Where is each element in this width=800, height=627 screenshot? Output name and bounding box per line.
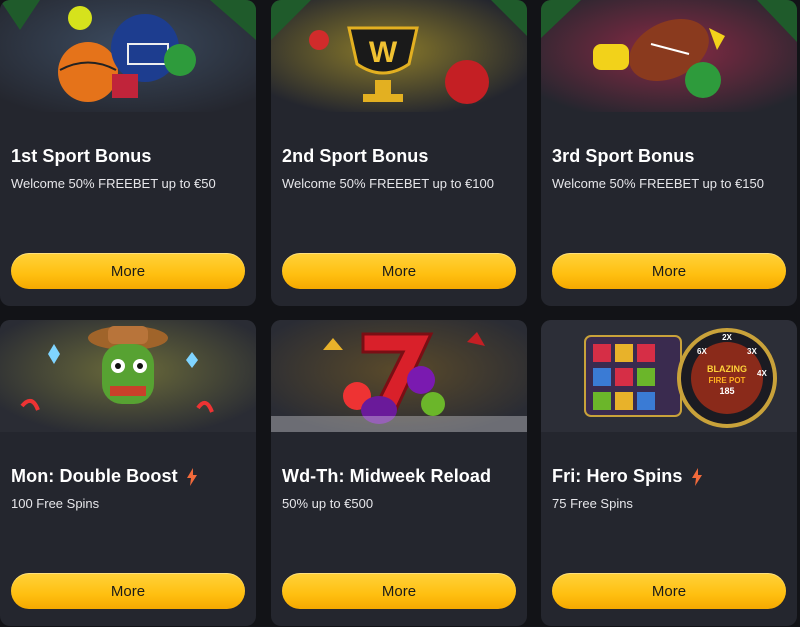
- card-description: Welcome 50% FREEBET up to €100: [282, 176, 494, 191]
- slot-wheel-art: 6X 2X 3X 4X BLAZING FIRE POT 185: [541, 320, 797, 432]
- card-title: Mon: Double Boost: [11, 466, 198, 487]
- fruit-seven-art: [271, 320, 527, 432]
- card-description: Welcome 50% FREEBET up to €50: [11, 176, 216, 191]
- more-button[interactable]: More: [11, 253, 245, 289]
- lightning-icon: [186, 467, 197, 486]
- promo-card-2nd-sport[interactable]: W 2nd Sport Bonus Welcome 50% FREEBET up…: [271, 0, 527, 306]
- more-button[interactable]: More: [552, 573, 786, 609]
- wheel-multiplier: 4X: [757, 369, 767, 378]
- card-title: Fri: Hero Spins: [552, 466, 703, 487]
- lightning-icon: [691, 467, 702, 486]
- card-description: Welcome 50% FREEBET up to €150: [552, 176, 764, 191]
- more-button[interactable]: More: [282, 573, 516, 609]
- football-art: [541, 0, 797, 112]
- promo-card-3rd-sport[interactable]: 3rd Sport Bonus Welcome 50% FREEBET up t…: [541, 0, 797, 306]
- more-button[interactable]: More: [552, 253, 786, 289]
- wheel-label: FIRE POT: [709, 376, 746, 385]
- card-title: 2nd Sport Bonus: [282, 146, 429, 166]
- promo-card-hero-spins[interactable]: 6X 2X 3X 4X BLAZING FIRE POT 185 Fri: He…: [541, 320, 797, 626]
- promo-card-double-boost[interactable]: Mon: Double Boost 100 Free Spins More: [0, 320, 256, 626]
- promo-card-midweek-reload[interactable]: Wd-Th: Midweek Reload 50% up to €500 Mor…: [271, 320, 527, 626]
- more-button[interactable]: More: [282, 253, 516, 289]
- card-description: 75 Free Spins: [552, 496, 633, 511]
- cactus-cowboy-art: [0, 320, 256, 432]
- trophy-art: W: [271, 0, 527, 112]
- sport-balls-art: [0, 0, 256, 112]
- trophy-letter: W: [369, 36, 398, 69]
- card-description: 100 Free Spins: [11, 496, 100, 511]
- wheel-multiplier: 6X: [697, 347, 707, 356]
- promotions-grid: 1st Sport Bonus Welcome 50% FREEBET up t…: [0, 0, 800, 627]
- card-title: Wd-Th: Midweek Reload: [282, 466, 492, 486]
- wheel-multiplier: 3X: [747, 347, 757, 356]
- wheel-label: 185: [719, 386, 734, 396]
- wheel-label: BLAZING: [707, 364, 747, 374]
- card-description: 50% up to €500: [282, 496, 374, 511]
- more-button[interactable]: More: [11, 573, 245, 609]
- wheel-multiplier: 2X: [722, 333, 732, 342]
- card-title: 1st Sport Bonus: [11, 146, 152, 166]
- card-title: 3rd Sport Bonus: [552, 146, 695, 166]
- promo-card-1st-sport[interactable]: 1st Sport Bonus Welcome 50% FREEBET up t…: [0, 0, 256, 306]
